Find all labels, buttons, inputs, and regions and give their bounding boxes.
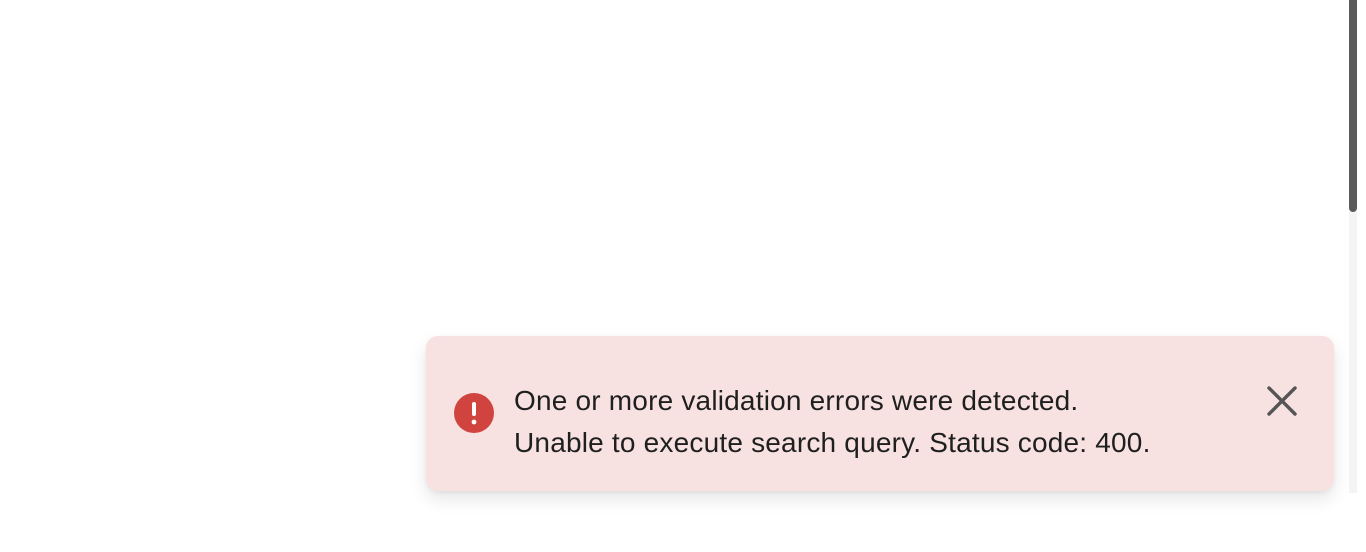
close-button[interactable] xyxy=(1264,383,1300,419)
vertical-scrollbar[interactable] xyxy=(1349,0,1357,493)
close-icon[interactable] xyxy=(1264,383,1300,419)
error-toast: One or more validation errors were detec… xyxy=(426,336,1334,491)
toast-message: One or more validation errors were detec… xyxy=(514,380,1151,464)
error-exclamation-icon xyxy=(454,393,494,433)
page: One or more validation errors were detec… xyxy=(0,0,1366,552)
toast-message-line-2: Unable to execute search query. Status c… xyxy=(514,427,1151,458)
toast-message-line-1: One or more validation errors were detec… xyxy=(514,385,1079,416)
scrollbar-thumb[interactable] xyxy=(1349,0,1357,212)
